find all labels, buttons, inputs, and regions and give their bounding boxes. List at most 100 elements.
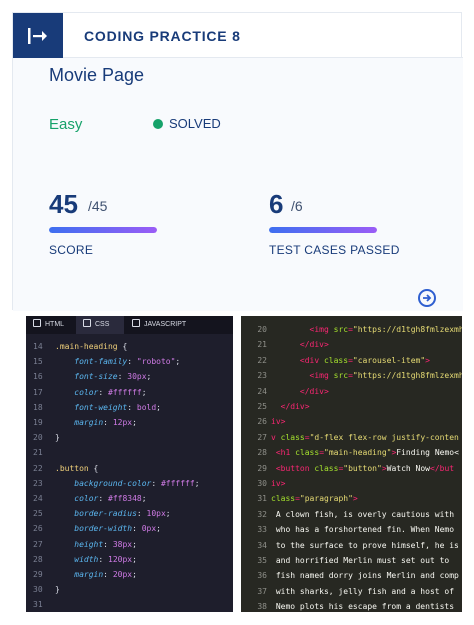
css-property: color [55, 494, 99, 503]
css-colon: : [127, 402, 137, 412]
code-line: 35 and horrified Merlin must set out to [241, 553, 462, 568]
css-punctuation: ; [156, 524, 161, 534]
line-number: 36 [257, 571, 267, 581]
code-text: .main-heading { [55, 340, 127, 354]
score-label: SCORE [49, 243, 94, 257]
line-number: 34 [257, 540, 267, 550]
score-total: /45 [88, 198, 108, 214]
html-string: "https://d1tgh8fmlzexmh [352, 325, 462, 334]
line-number: 30 [33, 585, 43, 595]
html-text: A clown fish, is overly cautious with [271, 509, 455, 519]
line-number: 18 [33, 402, 43, 412]
code-text: .button { [55, 462, 98, 476]
code-text: </div> [271, 384, 329, 399]
html-attribute: src [333, 325, 349, 334]
css-punctuation: ; [146, 372, 152, 382]
code-text: <div class="carousel-item"> [271, 353, 430, 368]
code-line: 27 v class="d-flex flex-row justify-conte… [241, 430, 462, 445]
tab-css[interactable]: CSS [76, 316, 124, 334]
score-progress-bar [49, 227, 157, 233]
solved-status: SOLVED [169, 116, 221, 131]
tests-progress-bar [269, 227, 377, 233]
css-colon: : [117, 372, 128, 382]
code-text: font-family: "roboto"; [55, 355, 180, 369]
html-string: "d-flex flex-row justify-conten [309, 432, 459, 442]
css-colon: : [136, 509, 147, 519]
line-number: 27 [257, 432, 267, 442]
line-number: 21 [257, 340, 267, 350]
line-number: 38 [257, 602, 267, 612]
code-text: font-size: 30px; [55, 370, 151, 384]
css-editor[interactable]: HTML CSS JAVASCRIPT 14 .main-heading {15 … [26, 316, 233, 612]
css-value: 10px [146, 509, 166, 519]
css-value: 12px [112, 418, 133, 427]
code-text: who has a forshortened fin. When Nemo [271, 522, 454, 537]
code-text: } [55, 431, 60, 445]
code-text: <h1 class="main-heading">Finding Nemo< [271, 445, 459, 460]
html-editor[interactable]: 20 <img src="https://d1tgh8fmlzexmh 21 </… [241, 316, 462, 612]
css-value: 120px [108, 554, 133, 564]
html-tag: <img [271, 325, 334, 334]
css-property: margin [55, 418, 104, 427]
code-text: } [55, 583, 60, 597]
tab-html[interactable]: HTML [26, 316, 76, 334]
code-text: iv> [271, 476, 285, 491]
line-number: 26 [33, 524, 43, 534]
code-text: background-color: #ffffff; [55, 477, 199, 491]
line-number: 29 [33, 570, 43, 579]
html-file-icon [33, 319, 41, 327]
line-number: 25 [33, 509, 43, 519]
logo[interactable] [13, 13, 63, 58]
score-progress-fill [49, 227, 157, 233]
code-text: </div> [271, 337, 329, 352]
tests-passed-label: TEST CASES PASSED [269, 243, 400, 257]
html-tag: iv> [271, 417, 286, 427]
css-value: #ff8348 [108, 494, 142, 503]
line-number: 20 [33, 433, 43, 443]
practice-title: CODING PRACTICE 8 [84, 28, 241, 44]
code-text: margin: 12px; [55, 416, 137, 430]
css-colon: : [98, 554, 108, 564]
css-colon: : [127, 357, 137, 367]
css-colon: : [103, 570, 113, 579]
code-text: v class="d-flex flex-row justify-conten [271, 430, 459, 445]
css-punctuation: ; [132, 539, 137, 549]
code-text: to the surface to prove himself, he is [271, 538, 459, 553]
line-number: 17 [33, 387, 43, 397]
html-tag: > [425, 355, 430, 365]
tab-javascript[interactable]: JAVASCRIPT [124, 316, 194, 334]
css-colon: : [151, 478, 161, 488]
code-text: height: 38px; [55, 538, 137, 552]
score-value: 45 [49, 189, 78, 219]
problem-title: Movie Page [49, 65, 145, 85]
line-number: 24 [257, 386, 267, 396]
css-punctuation: ; [132, 554, 137, 564]
css-value: 30px [127, 372, 147, 382]
code-line: 31 class="paragraph"> [241, 491, 462, 506]
html-string: "main-heading" [324, 448, 392, 458]
html-tag: <div [271, 355, 324, 365]
html-tag: </div> [271, 402, 310, 411]
css-punctuation: { [117, 342, 128, 351]
code-text: <img src="https://d1tgh8fmlzexmh [271, 322, 462, 337]
next-button[interactable] [418, 289, 436, 307]
code-text: A clown fish, is overly cautious with [271, 507, 454, 522]
code-line: 36 fish named dorry joins Merlin and com… [241, 568, 462, 583]
code-text: border-width: 0px; [55, 522, 161, 536]
line-number: 27 [33, 539, 43, 549]
code-text: color: #ffffff; [55, 386, 146, 400]
code-line: 30 iv> [241, 476, 462, 491]
code-line: 29 <button class="button">Watch Now</but [241, 461, 462, 476]
tab-javascript-label: JAVASCRIPT [144, 321, 187, 328]
css-colon: : [98, 494, 108, 503]
code-line: 22 <div class="carousel-item"> [241, 353, 462, 368]
code-text: <img src="https://d1tgh8fmlzexmh [271, 368, 462, 383]
html-string: "carousel-item" [352, 355, 426, 365]
line-number: 22 [33, 463, 43, 473]
line-number: 15 [33, 357, 43, 367]
css-colon: : [103, 418, 113, 427]
line-number: 16 [33, 372, 43, 382]
css-value: 20px [112, 570, 133, 579]
css-colon: : [98, 387, 108, 397]
tests-total: /6 [291, 198, 303, 214]
